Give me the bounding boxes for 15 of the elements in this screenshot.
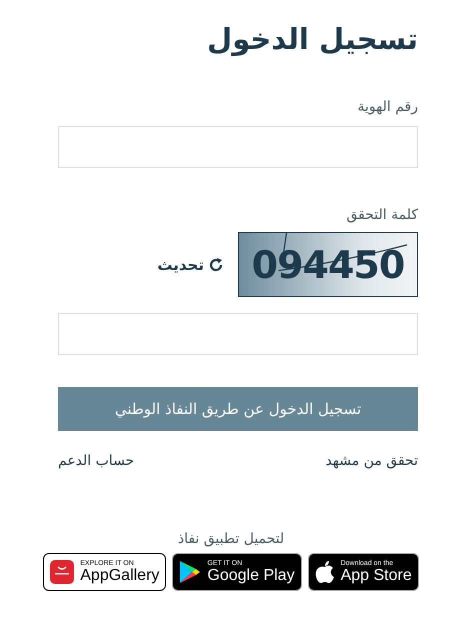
id-input-field[interactable]: [58, 126, 418, 168]
play-icon: [179, 560, 202, 584]
field-label: كلمة التحقق: [345, 206, 418, 224]
refresh-button[interactable]: تحديث: [157, 256, 224, 274]
download-caption: لتحميل تطبيق نفاذ: [176, 531, 286, 547]
link[interactable]: حساب الدعم: [58, 453, 134, 469]
login-button[interactable]: تسجيل الدخول عن طريق النفاذ الوطني: [58, 387, 418, 431]
link[interactable]: تحقق من مشهد: [325, 453, 418, 469]
field-label: رقم الهوية: [356, 98, 418, 116]
captcha-image: 094450: [238, 232, 418, 297]
app-icon: [50, 560, 74, 584]
page-title: تسجيل الدخول: [206, 21, 418, 58]
refresh-icon: [208, 256, 224, 272]
captcha-input-field[interactable]: [58, 313, 418, 355]
apple-icon: [314, 560, 335, 584]
